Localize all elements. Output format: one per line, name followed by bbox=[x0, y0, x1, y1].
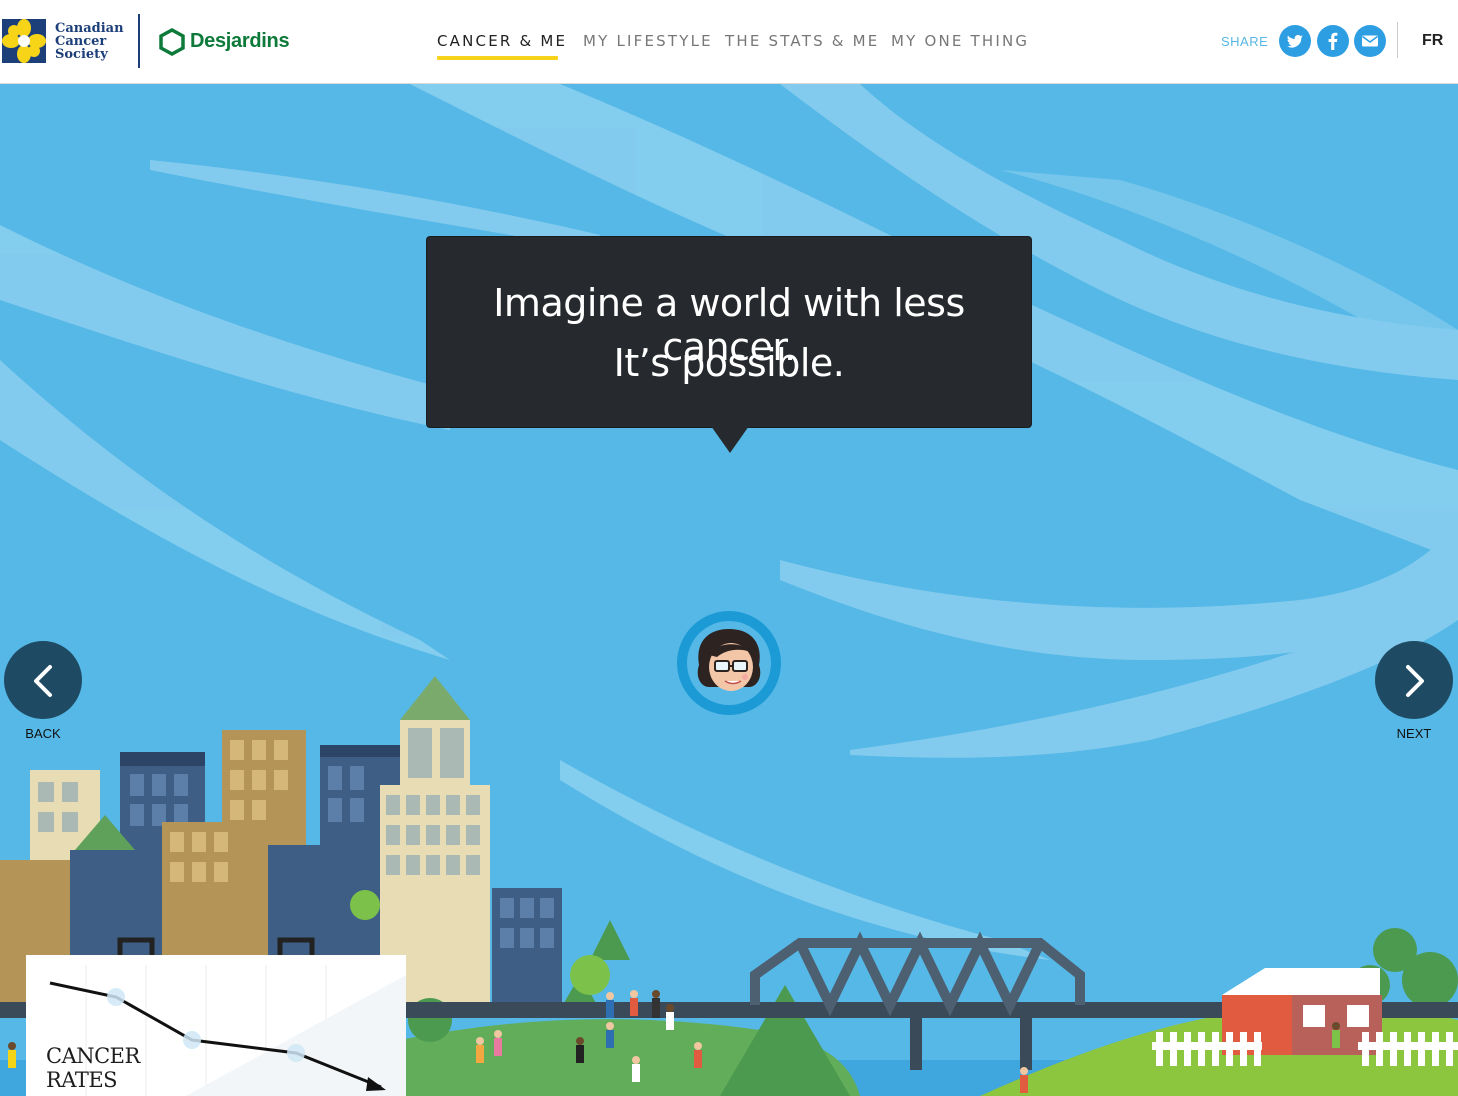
email-icon bbox=[1362, 35, 1378, 47]
twitter-icon bbox=[1287, 34, 1303, 48]
facebook-icon bbox=[1328, 32, 1338, 50]
share-label: SHARE bbox=[1221, 34, 1269, 49]
narrator-avatar[interactable] bbox=[677, 611, 781, 715]
bubble-subline: It’s possible. bbox=[613, 341, 845, 385]
active-nav-underline bbox=[437, 56, 558, 60]
speech-bubble: Imagine a world with less cancer. It’s p… bbox=[427, 237, 1031, 427]
next-label[interactable]: NEXT bbox=[1375, 726, 1453, 741]
nav-the-stats-and-me[interactable]: THE STATS & ME bbox=[725, 32, 879, 50]
desjardins-logo-text[interactable]: Desjardins bbox=[190, 30, 290, 53]
cancer-rates-billboard: CANCER RATES bbox=[26, 955, 406, 1096]
back-button[interactable] bbox=[4, 641, 82, 719]
billboard-title-line: RATES bbox=[46, 1068, 118, 1092]
language-toggle[interactable]: FR bbox=[1422, 32, 1443, 50]
nav-cancer-and-me[interactable]: CANCER & ME bbox=[437, 32, 567, 50]
logo-divider bbox=[138, 14, 140, 68]
daffodil-logo-icon[interactable] bbox=[2, 19, 46, 63]
city-illustration bbox=[0, 84, 1458, 1096]
next-button[interactable] bbox=[1375, 641, 1453, 719]
ccs-logo-line: Society bbox=[55, 47, 108, 62]
nav-my-lifestyle[interactable]: MY LIFESTYLE bbox=[583, 32, 713, 50]
billboard-title-line: CANCER bbox=[46, 1044, 140, 1068]
facebook-share-button[interactable] bbox=[1317, 25, 1349, 57]
chevron-left-icon bbox=[34, 665, 52, 697]
header-separator bbox=[1397, 22, 1398, 58]
chevron-right-icon bbox=[1406, 665, 1424, 697]
ccs-logo-text[interactable]: Canadian Cancer Society bbox=[55, 22, 124, 61]
email-share-button[interactable] bbox=[1354, 25, 1386, 57]
site-header: Canadian Cancer Society Desjardins CANCE… bbox=[0, 0, 1458, 84]
back-label[interactable]: BACK bbox=[4, 726, 82, 741]
nav-my-one-thing[interactable]: MY ONE THING bbox=[891, 32, 1029, 50]
desjardins-hexagon-icon[interactable] bbox=[159, 28, 185, 56]
speech-bubble-tail bbox=[711, 426, 749, 453]
twitter-share-button[interactable] bbox=[1279, 25, 1311, 57]
